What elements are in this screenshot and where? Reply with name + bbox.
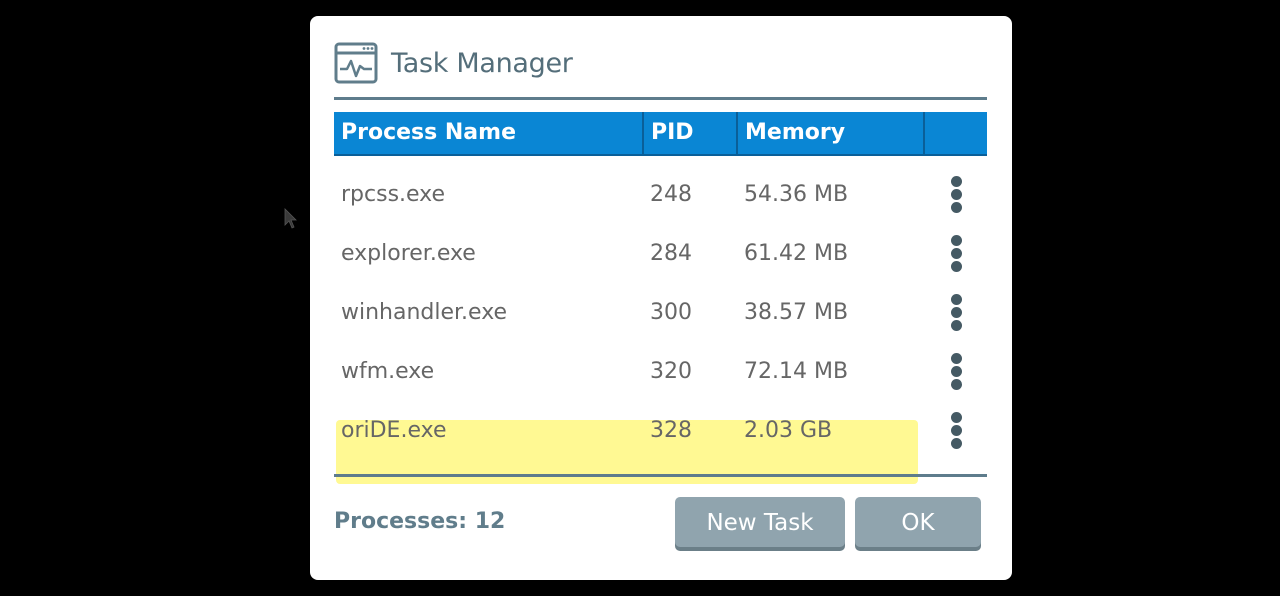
task-manager-icon: [334, 42, 378, 84]
process-memory: 54.36 MB: [744, 182, 849, 207]
process-list: rpcss.exe 248 54.36 MB explorer.exe 284 …: [334, 168, 987, 463]
task-manager-dialog: Task Manager Process Name PID Memory (81…: [310, 16, 1012, 580]
process-count: Processes: 12: [334, 509, 506, 534]
column-header-pid[interactable]: PID: [644, 112, 738, 154]
process-name: winhandler.exe: [341, 300, 508, 325]
title-divider: [334, 97, 987, 100]
process-name: explorer.exe: [341, 241, 476, 266]
new-task-button[interactable]: New Task: [675, 497, 845, 547]
column-header-memory[interactable]: Memory (81%): [738, 112, 925, 187]
process-pid: 248: [650, 182, 692, 207]
process-pid: 328: [650, 418, 692, 443]
more-vertical-icon[interactable]: [946, 353, 966, 397]
table-header: Process Name PID Memory (81%): [334, 112, 987, 187]
process-memory: 72.14 MB: [744, 359, 849, 384]
process-pid: 284: [650, 241, 692, 266]
title-bar: Task Manager: [334, 40, 573, 86]
more-vertical-icon[interactable]: [946, 235, 966, 279]
more-vertical-icon[interactable]: [946, 176, 966, 220]
process-row[interactable]: rpcss.exe 248 54.36 MB: [334, 168, 987, 227]
process-pid: 320: [650, 359, 692, 384]
mouse-cursor-icon: [284, 208, 297, 229]
column-header-process-name[interactable]: Process Name: [334, 112, 644, 154]
window-title: Task Manager: [391, 47, 573, 79]
column-header-actions: [925, 112, 987, 154]
process-name: wfm.exe: [341, 359, 435, 384]
process-memory: 2.03 GB: [744, 418, 833, 443]
process-row[interactable]: explorer.exe 284 61.42 MB: [334, 227, 987, 286]
process-pid: 300: [650, 300, 692, 325]
bottom-divider: [334, 474, 987, 477]
ok-button[interactable]: OK: [855, 497, 981, 547]
process-memory: 38.57 MB: [744, 300, 849, 325]
more-vertical-icon[interactable]: [946, 294, 966, 338]
process-memory: 61.42 MB: [744, 241, 849, 266]
more-vertical-icon[interactable]: [946, 412, 966, 456]
process-name: rpcss.exe: [341, 182, 446, 207]
process-row[interactable]: winhandler.exe 300 38.57 MB: [334, 286, 987, 345]
process-row[interactable]: wfm.exe 320 72.14 MB: [334, 345, 987, 404]
process-name: oriDE.exe: [341, 418, 447, 443]
process-row-highlighted[interactable]: oriDE.exe 328 2.03 GB: [334, 404, 987, 463]
